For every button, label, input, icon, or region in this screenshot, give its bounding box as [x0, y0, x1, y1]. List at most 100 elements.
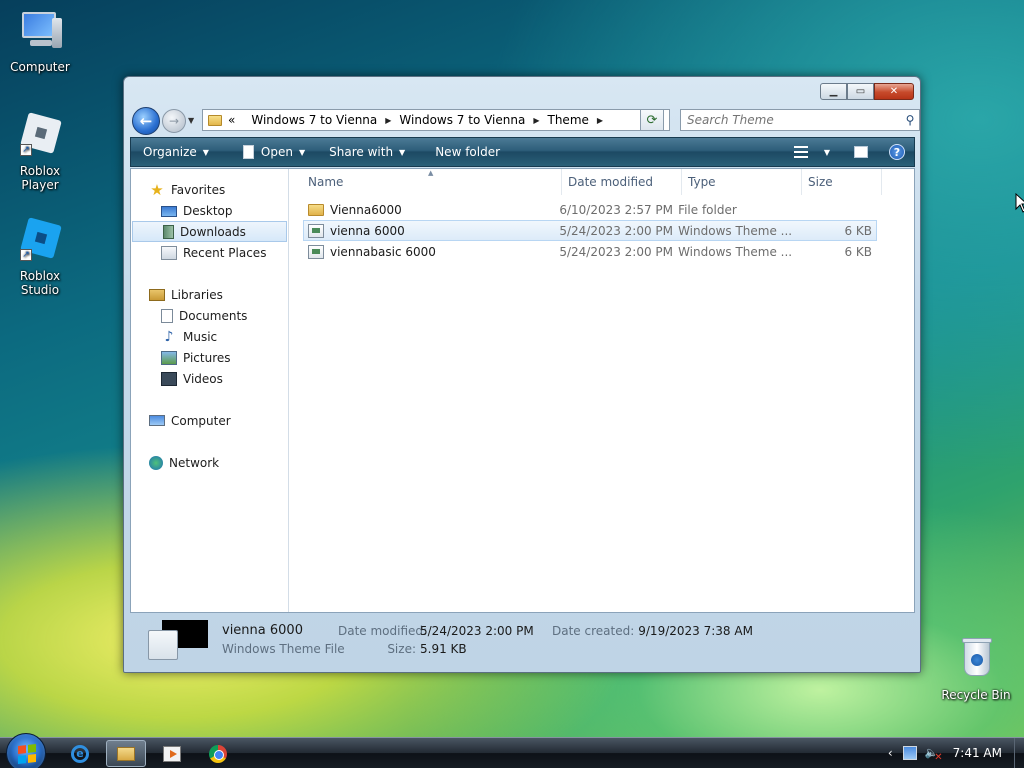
size-label: Size:: [387, 642, 416, 656]
taskbar-chrome[interactable]: [198, 740, 238, 767]
explorer-window: ▁ ▭ ✕ ← → ▼ « Windows 7 to Vienna ▶ Wind…: [123, 76, 921, 673]
nav-documents[interactable]: Documents: [131, 305, 288, 326]
desktop-icon-recycle-bin[interactable]: Recycle Bin: [936, 636, 1016, 702]
nav-network[interactable]: Network: [131, 452, 288, 473]
nav-label: Libraries: [171, 287, 223, 302]
address-row: ← → ▼ « Windows 7 to Vienna ▶ Windows 7 …: [132, 107, 920, 135]
column-header-size[interactable]: Size: [802, 169, 882, 195]
nav-pictures[interactable]: Pictures: [131, 347, 288, 368]
column-label: Date modified: [568, 175, 654, 189]
chevron-right-icon[interactable]: ▶: [533, 116, 539, 125]
taskbar-internet-explorer[interactable]: e: [60, 740, 100, 767]
taskbar-windows-explorer[interactable]: [106, 740, 146, 767]
videos-icon: [161, 371, 177, 386]
column-header-name[interactable]: ▲ Name: [290, 169, 562, 195]
pictures-icon: [161, 350, 177, 365]
nav-libraries[interactable]: Libraries: [131, 284, 288, 305]
close-button[interactable]: ✕: [874, 83, 914, 100]
date-created-value: 9/19/2023 7:38 AM: [638, 624, 753, 638]
column-label: Type: [688, 175, 716, 189]
navigation-pane: ★ Favorites Desktop Downloads Recent Pla…: [131, 169, 289, 612]
recycle-bin-icon: [952, 636, 1000, 684]
address-bar[interactable]: « Windows 7 to Vienna ▶ Windows 7 to Vie…: [202, 109, 670, 131]
file-date: 6/10/2023 2:57 PM: [559, 202, 674, 217]
search-box[interactable]: ⚲: [680, 109, 920, 131]
file-row[interactable]: vienna 6000 5/24/2023 2:00 PM Windows Th…: [303, 220, 877, 241]
search-input[interactable]: [681, 113, 901, 127]
chevron-right-icon[interactable]: ▶: [385, 116, 391, 125]
network-status-icon[interactable]: [902, 746, 917, 760]
breadcrumb-item[interactable]: Windows 7 to Vienna: [251, 113, 377, 127]
refresh-button[interactable]: ⟳: [640, 109, 664, 131]
computer-icon: [16, 8, 64, 56]
maximize-button[interactable]: ▭: [847, 83, 874, 100]
nav-recent-places[interactable]: Recent Places: [131, 242, 288, 263]
preview-pane-button[interactable]: [848, 141, 874, 163]
views-dropdown[interactable]: ▼: [814, 141, 840, 163]
views-button[interactable]: [788, 141, 814, 163]
new-folder-label: New folder: [435, 145, 501, 159]
desktop-icon-computer[interactable]: Computer: [0, 8, 80, 74]
file-row[interactable]: Vienna6000 6/10/2023 2:57 PM File folder: [304, 199, 876, 220]
desktop-icon-roblox-player[interactable]: ↗ Roblox Player: [0, 112, 80, 192]
toolbar-right: ▼ ?: [788, 138, 910, 166]
nav-downloads[interactable]: Downloads: [132, 221, 287, 242]
back-button[interactable]: ←: [132, 107, 160, 135]
theme-file-icon: [308, 223, 324, 238]
file-name-cell: Vienna6000: [304, 203, 559, 217]
volume-muted-icon[interactable]: 🔈 ✕: [925, 746, 943, 763]
breadcrumb-item[interactable]: Theme: [548, 113, 589, 127]
open-button[interactable]: Open ▼: [233, 138, 315, 166]
column-label: Name: [308, 175, 344, 189]
share-with-button[interactable]: Share with ▼: [319, 138, 415, 166]
taskbar-media-player[interactable]: [152, 740, 192, 767]
nav-label: Videos: [183, 371, 223, 386]
nav-computer[interactable]: Computer: [131, 410, 288, 431]
folder-icon: [208, 114, 222, 126]
column-header-type[interactable]: Type: [682, 169, 802, 195]
views-icon: [794, 146, 808, 158]
nav-label: Downloads: [180, 224, 246, 239]
organize-button[interactable]: Organize ▼: [131, 138, 219, 166]
computer-icon: [149, 415, 165, 426]
new-folder-button[interactable]: New folder: [425, 138, 510, 166]
start-button[interactable]: [6, 733, 46, 768]
details-file-name: vienna 6000: [222, 623, 303, 638]
file-list: ▲ Name Date modified Type Size Vienna600…: [290, 169, 914, 612]
column-label: Size: [808, 175, 833, 189]
file-rows: Vienna6000 6/10/2023 2:57 PM File folder…: [303, 199, 877, 262]
nav-videos[interactable]: Videos: [131, 368, 288, 389]
breadcrumb-item[interactable]: Windows 7 to Vienna: [399, 113, 525, 127]
star-icon: ★: [150, 180, 164, 199]
nav-label: Favorites: [171, 182, 226, 197]
nav-favorites[interactable]: ★ Favorites: [131, 179, 288, 200]
nav-desktop[interactable]: Desktop: [131, 200, 288, 221]
file-date: 5/24/2023 2:00 PM: [559, 244, 674, 259]
chevron-right-icon[interactable]: ▶: [597, 116, 603, 125]
column-header-date-modified[interactable]: Date modified: [562, 169, 682, 195]
file-size: 6 KB: [844, 223, 872, 238]
desktop-icon-roblox-studio[interactable]: ↗ Roblox Studio: [0, 217, 80, 297]
address-overflow[interactable]: «: [228, 113, 235, 127]
details-name-column: vienna 6000 Windows Theme File: [222, 614, 345, 666]
open-label: Open: [260, 145, 293, 159]
file-row[interactable]: viennabasic 6000 5/24/2023 2:00 PM Windo…: [304, 241, 876, 262]
help-button[interactable]: ?: [884, 141, 910, 163]
clock[interactable]: 7:41 AM: [953, 746, 1002, 760]
nav-label: Pictures: [183, 350, 231, 365]
show-hidden-icons-icon[interactable]: ‹: [888, 746, 893, 760]
minimize-button[interactable]: ▁: [820, 83, 847, 100]
file-name-cell: vienna 6000: [304, 223, 559, 238]
preview-pane-icon: [854, 146, 868, 158]
date-modified-value: 5/24/2023 2:00 PM: [420, 624, 534, 638]
chrome-icon: [209, 744, 227, 763]
recent-pages-dropdown[interactable]: ▼: [188, 116, 197, 125]
nav-music[interactable]: ♪ Music: [131, 326, 288, 347]
show-desktop-button[interactable]: [1014, 738, 1024, 768]
search-icon[interactable]: ⚲: [901, 113, 919, 127]
music-icon: ♪: [164, 328, 174, 345]
system-tray: ‹ 🔈 ✕ 7:41 AM: [888, 738, 1024, 768]
forward-button[interactable]: →: [162, 109, 186, 133]
media-player-icon: [163, 745, 181, 762]
roblox-player-icon: ↗: [16, 112, 64, 160]
